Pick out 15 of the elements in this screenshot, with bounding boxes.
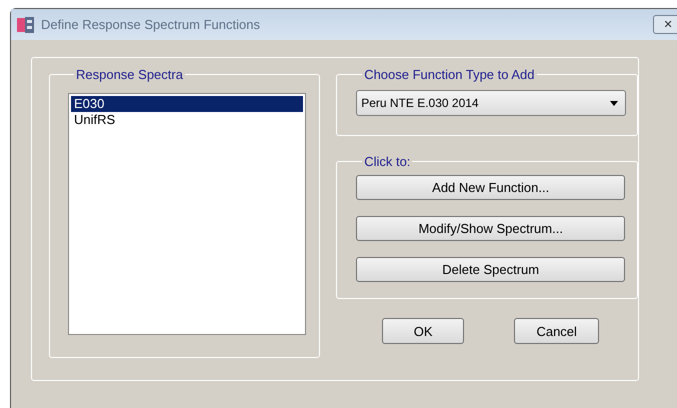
group-label: Click to: [363,154,412,169]
window-title: Define Response Spectrum Functions [41,17,261,32]
ok-button[interactable]: OK [382,318,464,344]
list-item[interactable]: UnifRS [71,112,303,128]
list-item[interactable]: E030 [71,96,303,112]
function-type-dropdown[interactable]: Peru NTE E.030 2014 [356,90,626,116]
action-button[interactable]: Modify/Show Spectrum... [356,216,626,241]
dropdown-arrow-icon [610,100,618,106]
close-button[interactable]: ✕ [653,15,677,34]
group-label: Choose Function Type to Add [363,67,536,82]
group-label: Response Spectra [75,67,184,82]
app-icon [17,16,35,34]
action-button[interactable]: Add New Function... [356,175,626,200]
cancel-button[interactable]: Cancel [514,318,600,344]
action-button[interactable]: Delete Spectrum [356,257,626,282]
